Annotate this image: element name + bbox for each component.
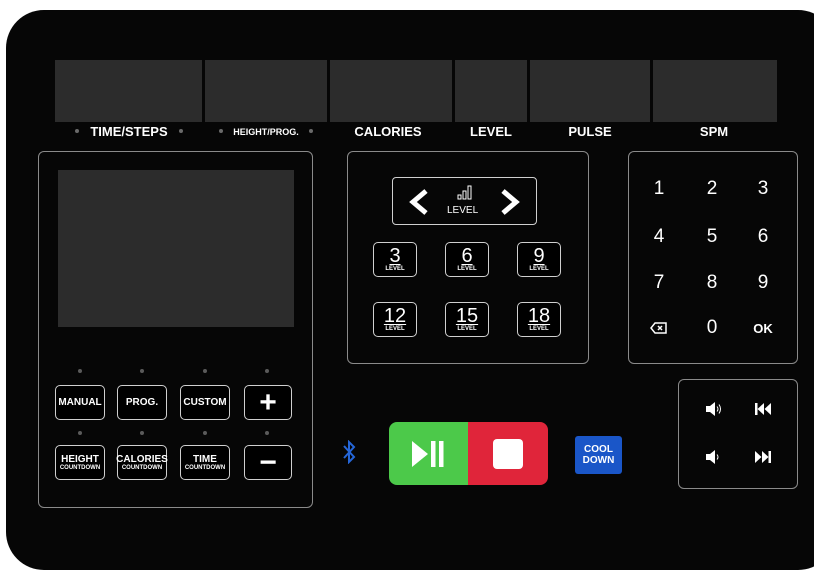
keypad-key-8[interactable]: 8 — [697, 268, 727, 298]
indicator-dot — [265, 369, 269, 373]
prog-button[interactable]: PROG. — [117, 385, 167, 420]
level-selector-label: LEVEL — [447, 205, 479, 216]
level-label: LEVEL — [457, 325, 477, 332]
label-time-steps: TIME/STEPS — [90, 124, 168, 139]
level-3-button[interactable]: 3 LEVEL — [373, 242, 417, 277]
level-18-button[interactable]: 18 LEVEL — [517, 302, 561, 337]
keypad-key-5[interactable]: 5 — [697, 222, 727, 252]
label-height-prog: HEIGHT/PROG. — [233, 127, 299, 137]
minus-button[interactable]: − — [244, 445, 292, 480]
display-pulse — [530, 60, 650, 122]
indicator-dot — [309, 129, 313, 133]
height-label: HEIGHT — [61, 453, 99, 465]
display-calories — [330, 60, 452, 122]
keypad-key-2[interactable]: 2 — [697, 174, 727, 204]
keypad-key-6[interactable]: 6 — [748, 222, 778, 252]
countdown-label: COUNTDOWN — [59, 464, 101, 471]
indicator-dot — [203, 431, 207, 435]
keypad-backspace-button[interactable] — [644, 313, 674, 343]
level-number: 15 — [455, 304, 479, 327]
keypad-key-3[interactable]: 3 — [748, 174, 778, 204]
level-number: 6 — [461, 244, 473, 267]
volume-down-button[interactable] — [699, 445, 729, 469]
cool-down-button[interactable]: COOL DOWN — [575, 436, 622, 474]
plus-button[interactable]: + — [244, 385, 292, 420]
calories-countdown-button[interactable]: CALORIES COUNTDOWN — [116, 445, 168, 480]
display-height-prog — [205, 60, 327, 122]
custom-button[interactable]: CUSTOM — [180, 385, 230, 420]
keypad-key-9[interactable]: 9 — [748, 268, 778, 298]
level-bars-icon — [457, 185, 472, 200]
level-number: 9 — [533, 244, 545, 267]
display-level — [455, 60, 527, 122]
height-countdown-button[interactable]: HEIGHT COUNTDOWN — [55, 445, 105, 480]
level-label: LEVEL — [529, 325, 549, 332]
calories-label: CALORIES — [116, 453, 168, 465]
cool-down-line2: DOWN — [582, 455, 615, 466]
display-time-steps — [55, 60, 202, 122]
keypad-key-0[interactable]: 0 — [697, 313, 727, 343]
keypad-key-7[interactable]: 7 — [644, 268, 674, 298]
indicator-dot — [78, 369, 82, 373]
volume-up-button[interactable] — [699, 397, 729, 421]
level-number: 18 — [527, 304, 551, 327]
level-adjust-control: LEVEL — [392, 177, 537, 225]
indicator-dot — [140, 369, 144, 373]
start-pause-button[interactable] — [389, 422, 468, 485]
level-number: 12 — [383, 304, 407, 327]
previous-track-icon — [755, 403, 771, 415]
level-label: LEVEL — [385, 265, 405, 272]
countdown-label: COUNTDOWN — [184, 464, 226, 471]
keypad-key-1[interactable]: 1 — [644, 174, 674, 204]
indicator-dot — [78, 431, 82, 435]
level-6-button[interactable]: 6 LEVEL — [445, 242, 489, 277]
volume-down-icon — [706, 450, 719, 464]
indicator-dot — [179, 129, 183, 133]
bluetooth-icon — [343, 440, 356, 464]
next-track-button[interactable] — [748, 445, 778, 469]
indicator-dot — [265, 431, 269, 435]
display-spm — [653, 60, 777, 122]
indicator-dot — [219, 129, 223, 133]
plus-icon: + — [259, 385, 277, 419]
level-15-button[interactable]: 15 LEVEL — [445, 302, 489, 337]
keypad-ok-button[interactable]: OK — [748, 313, 778, 343]
play-pause-icon — [411, 440, 443, 467]
chevron-left-icon[interactable] — [409, 189, 429, 215]
level-number: 3 — [389, 244, 401, 267]
indicator-dot — [75, 129, 79, 133]
prog-label: PROG. — [125, 397, 159, 408]
label-pulse: PULSE — [568, 124, 612, 139]
custom-label: CUSTOM — [183, 397, 227, 408]
cool-down-line1: COOL — [584, 444, 613, 455]
media-panel — [678, 379, 798, 489]
program-screen — [58, 170, 294, 327]
level-label: LEVEL — [457, 265, 477, 272]
indicator-dot — [140, 431, 144, 435]
previous-track-button[interactable] — [748, 397, 778, 421]
label-calories: CALORIES — [354, 124, 422, 139]
volume-up-icon — [706, 402, 721, 416]
label-spm: SPM — [699, 124, 729, 139]
keypad-key-4[interactable]: 4 — [644, 222, 674, 252]
indicator-dot — [203, 369, 207, 373]
next-track-icon — [755, 451, 771, 463]
countdown-label: COUNTDOWN — [121, 464, 163, 471]
level-12-button[interactable]: 12 LEVEL — [373, 302, 417, 337]
stop-icon — [493, 438, 523, 469]
minus-icon: − — [259, 445, 277, 479]
label-level: LEVEL — [470, 124, 512, 139]
time-label: TIME — [193, 453, 217, 465]
level-label: LEVEL — [385, 325, 405, 332]
level-9-button[interactable]: 9 LEVEL — [517, 242, 561, 277]
manual-button[interactable]: MANUAL — [55, 385, 105, 420]
time-countdown-button[interactable]: TIME COUNTDOWN — [180, 445, 230, 480]
level-label: LEVEL — [529, 265, 549, 272]
chevron-right-icon[interactable] — [500, 189, 520, 215]
backspace-icon — [650, 322, 667, 334]
stop-button[interactable] — [468, 422, 548, 485]
manual-label: MANUAL — [58, 397, 102, 408]
